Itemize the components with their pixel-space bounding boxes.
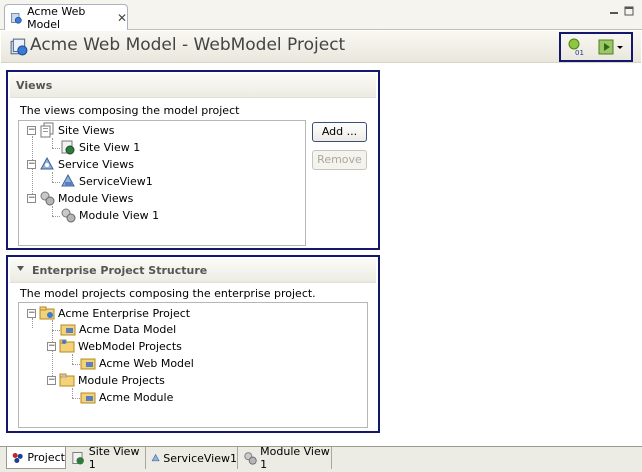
tree-node-site-view-1[interactable]: Site View 1 [60,139,140,155]
tree-label: Acme Module [99,390,174,404]
webmodel-project-icon [10,38,28,56]
remove-view-button[interactable]: Remove [312,150,367,170]
tree-node-web-model[interactable]: Acme Web Model [80,355,194,371]
tree-node-serviceview1[interactable]: ServiceView1 [60,173,153,189]
tree-label: Site View 1 [79,140,141,154]
views-description: The views composing the model project [20,104,240,117]
service-views-icon [40,156,54,170]
tree-node-webmodel-projects[interactable]: − WebModel Projects [47,338,182,354]
project-icon [12,452,23,463]
views-section-title: Views [10,74,376,98]
tree-node-module-view-1[interactable]: Module View 1 [60,207,159,223]
add-view-button[interactable]: Add ... [312,122,367,142]
tab-label: Module View 1 [260,445,330,471]
tab-site-view-1[interactable]: Site View 1 [67,445,146,471]
collapse-icon[interactable]: − [47,341,56,351]
collapse-section-icon[interactable] [16,264,25,273]
svg-text:01: 01 [575,49,584,57]
tree-label: Module View 1 [79,208,160,222]
tree-label: Module Projects [78,373,165,387]
tab-label: ServiceView1 [163,451,237,465]
close-icon[interactable]: ✕ [117,11,127,25]
service-view-icon [61,173,75,187]
title-toolbar: 01 [559,32,633,62]
editor-tab[interactable]: Acme Web Model ✕ [4,4,128,31]
module-project-icon [80,392,96,404]
maximize-icon[interactable] [624,6,634,16]
editor-tab-label: Acme Web Model [27,4,86,31]
module-view-icon [244,452,257,465]
tree-label: Site Views [58,123,115,137]
tab-serviceview1[interactable]: ServiceView1 [147,447,238,469]
site-views-icon [40,122,54,138]
site-view-icon [61,140,75,155]
collapse-icon[interactable]: − [47,375,56,385]
minimize-icon[interactable] [609,6,619,16]
data-model-icon [60,324,76,336]
module-view-icon [61,208,76,223]
tree-label: Service Views [58,157,134,171]
tree-node-enterprise-root[interactable]: − Acme Enterprise Project [27,305,190,321]
tree-node-site-views[interactable]: − Site Views [27,122,114,138]
collapse-icon[interactable]: − [27,159,36,169]
enterprise-section-title[interactable]: Enterprise Project Structure [10,259,376,283]
tree-label: Module Views [58,191,134,205]
tree-node-module-views[interactable]: − Module Views [27,190,133,206]
tree-node-data-model[interactable]: Acme Data Model [60,321,176,337]
site-view-icon [72,452,84,465]
tree-label: ServiceView1 [79,174,153,188]
tab-label: Project [27,451,65,464]
tab-label: Site View 1 [88,445,140,471]
tab-project[interactable]: Project [6,447,66,469]
run-dropdown-icon[interactable] [596,37,626,57]
tab-module-view-1[interactable]: Module View 1 [239,445,332,471]
module-views-icon [40,191,55,206]
enterprise-project-icon [39,306,55,320]
collapse-icon[interactable]: − [27,125,36,135]
webmodel-icon [11,12,22,24]
page-title: Acme Web Model - WebModel Project [30,35,346,55]
enterprise-description: The model projects composing the enterpr… [20,287,316,300]
generate-code-icon[interactable]: 01 [566,37,586,57]
folder-icon [59,339,75,353]
tree-label: WebModel Projects [78,339,182,353]
service-view-icon [151,453,160,462]
tree-label: Acme Data Model [79,322,177,336]
collapse-icon[interactable]: − [27,308,36,318]
collapse-icon[interactable]: − [27,193,36,203]
tree-node-module[interactable]: Acme Module [80,389,173,405]
tree-label: Acme Enterprise Project [58,306,191,320]
folder-icon [59,373,75,387]
webmodel-project-icon [80,358,96,370]
tree-node-module-projects[interactable]: − Module Projects [47,372,165,388]
tree-node-service-views[interactable]: − Service Views [27,156,134,172]
tree-label: Acme Web Model [99,356,194,370]
